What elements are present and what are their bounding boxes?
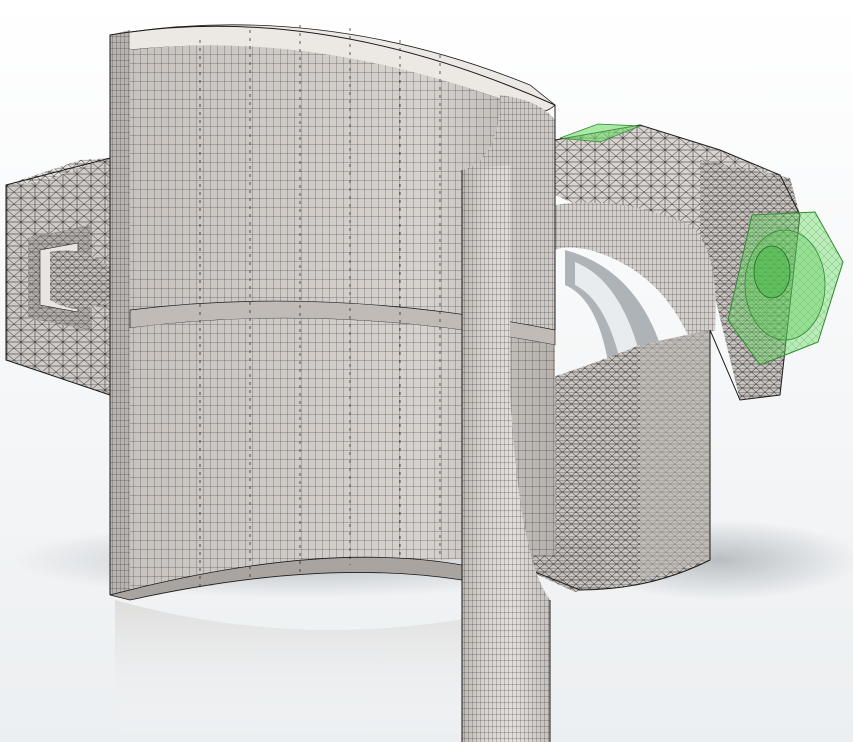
left-clamp-block — [5, 157, 111, 396]
viewport[interactable] — [0, 0, 853, 742]
mesh-render — [0, 0, 853, 742]
